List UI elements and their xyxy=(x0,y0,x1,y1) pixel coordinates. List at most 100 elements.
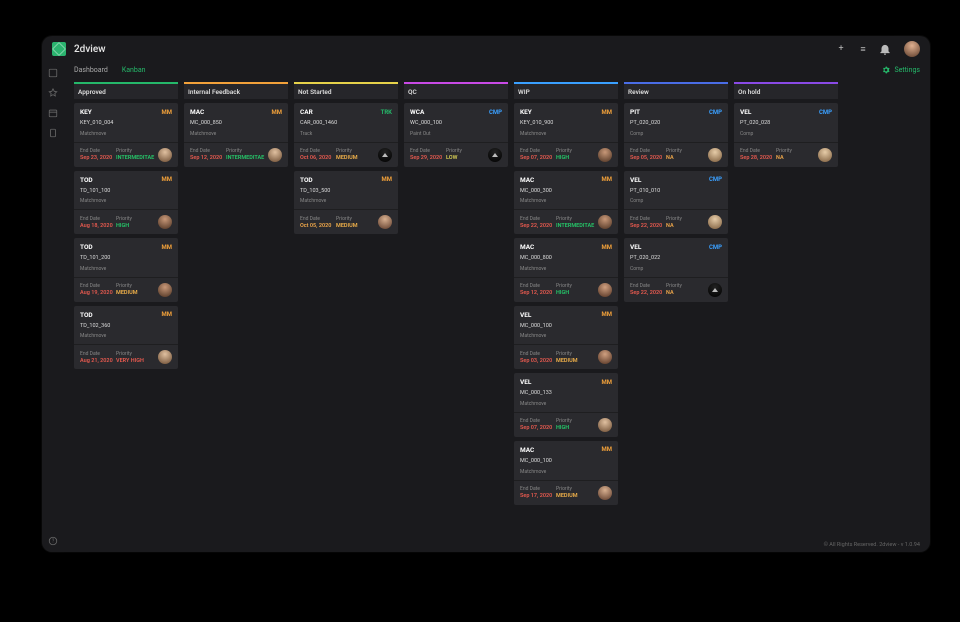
kanban-card[interactable]: TODMMTD_101_100MatchmoveEnd DateAug 18, … xyxy=(74,171,178,235)
column-header: Internal Feedback xyxy=(184,82,288,99)
user-avatar[interactable] xyxy=(904,41,920,57)
assignee-avatar[interactable] xyxy=(708,148,722,162)
card-title: TOD xyxy=(80,311,93,319)
card-tag: MM xyxy=(161,176,172,183)
assignee-avatar[interactable] xyxy=(158,148,172,162)
kanban-card[interactable]: TODMMTD_103_500MatchmoveEnd DateOct 05, … xyxy=(294,171,398,235)
card-divider xyxy=(74,209,178,210)
add-icon[interactable]: + xyxy=(834,42,848,56)
kanban-card[interactable]: PITCMPPT_020_020CompEnd DateSep 05, 2020… xyxy=(624,103,728,167)
end-date-value: Sep 22, 2020 xyxy=(630,223,666,229)
settings-button[interactable]: Settings xyxy=(882,66,920,74)
priority-value: NA xyxy=(666,155,702,161)
priority-value: NA xyxy=(666,223,702,229)
kanban-card[interactable]: KEYMMKEY_010_004MatchmoveEnd DateSep 23,… xyxy=(74,103,178,167)
card-title: VEL xyxy=(740,108,751,116)
assignee-avatar[interactable] xyxy=(598,418,612,432)
kanban-card[interactable]: MACMMMC_000_100MatchmoveEnd DateSep 17, … xyxy=(514,441,618,505)
assignee-avatar[interactable] xyxy=(708,283,722,297)
assignee-avatar[interactable] xyxy=(598,486,612,500)
card-tag: MM xyxy=(161,244,172,251)
kanban-card[interactable]: VELCMPPT_010_010CompEnd DateSep 22, 2020… xyxy=(624,171,728,235)
notification-icon[interactable] xyxy=(878,42,892,56)
kanban-card[interactable]: MACMMMC_000_800MatchmoveEnd DateSep 12, … xyxy=(514,238,618,302)
end-date-label: End Date xyxy=(630,283,666,289)
kanban-column: WIPKEYMMKEY_010_900MatchmoveEnd DateSep … xyxy=(514,82,618,505)
kanban-card[interactable]: VELMMMC_000_100MatchmoveEnd DateSep 03, … xyxy=(514,306,618,370)
card-code: MC_000_300 xyxy=(520,188,612,195)
kanban-card[interactable]: MACMMMC_000_850MatchmoveEnd DateSep 12, … xyxy=(184,103,288,167)
card-task: Track xyxy=(300,131,392,137)
card-title: TOD xyxy=(80,243,93,251)
card-footer: End DateAug 19, 2020PriorityMEDIUM xyxy=(80,283,172,297)
end-date-label: End Date xyxy=(300,216,336,222)
kanban-card[interactable]: CARTRKCAR_000_1460TrackEnd DateOct 06, 2… xyxy=(294,103,398,167)
assignee-avatar[interactable] xyxy=(158,283,172,297)
tab-dashboard[interactable]: Dashboard xyxy=(74,66,108,74)
kanban-card[interactable]: VELMMMC_000_133MatchmoveEnd DateSep 07, … xyxy=(514,373,618,437)
kanban-column: On holdVELCMPPT_020_028CompEnd DateSep 2… xyxy=(734,82,838,167)
kanban-card[interactable]: TODMMTD_102_360MatchmoveEnd DateAug 21, … xyxy=(74,306,178,370)
assignee-avatar[interactable] xyxy=(818,148,832,162)
nav-help-icon[interactable]: ? xyxy=(48,536,58,546)
card-footer: End DateSep 22, 2020PriorityNA xyxy=(630,283,722,297)
card-divider xyxy=(624,209,728,210)
assignee-avatar[interactable] xyxy=(598,215,612,229)
card-footer: End DateSep 05, 2020PriorityNA xyxy=(630,148,722,162)
kanban-card[interactable]: TODMMTD_101_200MatchmoveEnd DateAug 19, … xyxy=(74,238,178,302)
tab-kanban[interactable]: Kanban xyxy=(122,66,146,74)
card-task: Matchmove xyxy=(520,401,612,407)
assignee-avatar[interactable] xyxy=(598,350,612,364)
column-header: WIP xyxy=(514,82,618,99)
card-tag: MM xyxy=(601,311,612,318)
assignee-avatar[interactable] xyxy=(598,148,612,162)
end-date-label: End Date xyxy=(520,148,556,154)
nav-dashboard-icon[interactable] xyxy=(48,68,58,78)
kanban-card[interactable]: WCACMPWC_000_100Paint OutEnd DateSep 29,… xyxy=(404,103,508,167)
kanban-card[interactable]: VELCMPPT_020_028CompEnd DateSep 28, 2020… xyxy=(734,103,838,167)
end-date-label: End Date xyxy=(630,216,666,222)
card-tag: MM xyxy=(601,446,612,453)
assignee-avatar[interactable] xyxy=(378,148,392,162)
card-tag: MM xyxy=(381,176,392,183)
priority-value: NA xyxy=(776,155,812,161)
assignee-avatar[interactable] xyxy=(158,215,172,229)
card-tag: MM xyxy=(161,311,172,318)
card-code: TD_101_100 xyxy=(80,188,172,195)
nav-calendar-icon[interactable] xyxy=(48,108,58,118)
card-task: Matchmove xyxy=(520,131,612,137)
assignee-avatar[interactable] xyxy=(268,148,282,162)
card-task: Matchmove xyxy=(520,469,612,475)
end-date-label: End Date xyxy=(520,216,556,222)
end-date-label: End Date xyxy=(520,486,556,492)
kanban-card[interactable]: MACMMMC_000_300MatchmoveEnd DateSep 22, … xyxy=(514,171,618,235)
nav-reports-icon[interactable] xyxy=(48,128,58,138)
card-title: PIT xyxy=(630,108,640,116)
kanban-card[interactable]: KEYMMKEY_010_900MatchmoveEnd DateSep 07,… xyxy=(514,103,618,167)
priority-value: MEDIUM xyxy=(336,155,372,161)
card-tag: MM xyxy=(601,379,612,386)
priority-label: Priority xyxy=(666,216,702,222)
nav-projects-icon[interactable] xyxy=(48,88,58,98)
end-date-label: End Date xyxy=(520,283,556,289)
priority-label: Priority xyxy=(116,216,152,222)
card-title: VEL xyxy=(520,311,531,319)
assignee-avatar[interactable] xyxy=(708,215,722,229)
assignee-avatar[interactable] xyxy=(488,148,502,162)
assignee-avatar[interactable] xyxy=(158,350,172,364)
card-title: KEY xyxy=(520,108,532,116)
card-tag: MM xyxy=(601,244,612,251)
card-title: TOD xyxy=(300,176,313,184)
priority-label: Priority xyxy=(776,148,812,154)
card-footer: End DateSep 22, 2020PriorityNA xyxy=(630,215,722,229)
footer: © All Rights Reserved. 2dview - v 1.0.94 xyxy=(64,538,930,552)
card-footer: End DateSep 07, 2020PriorityHIGH xyxy=(520,418,612,432)
assignee-avatar[interactable] xyxy=(598,283,612,297)
kanban-card[interactable]: VELCMPPT_020_022CompEnd DateSep 22, 2020… xyxy=(624,238,728,302)
card-title: MAC xyxy=(190,108,204,116)
priority-value: VERY HIGH xyxy=(116,358,152,364)
card-tag: MM xyxy=(601,176,612,183)
card-title: MAC xyxy=(520,176,534,184)
menu-icon[interactable]: ≡ xyxy=(856,42,870,56)
assignee-avatar[interactable] xyxy=(378,215,392,229)
